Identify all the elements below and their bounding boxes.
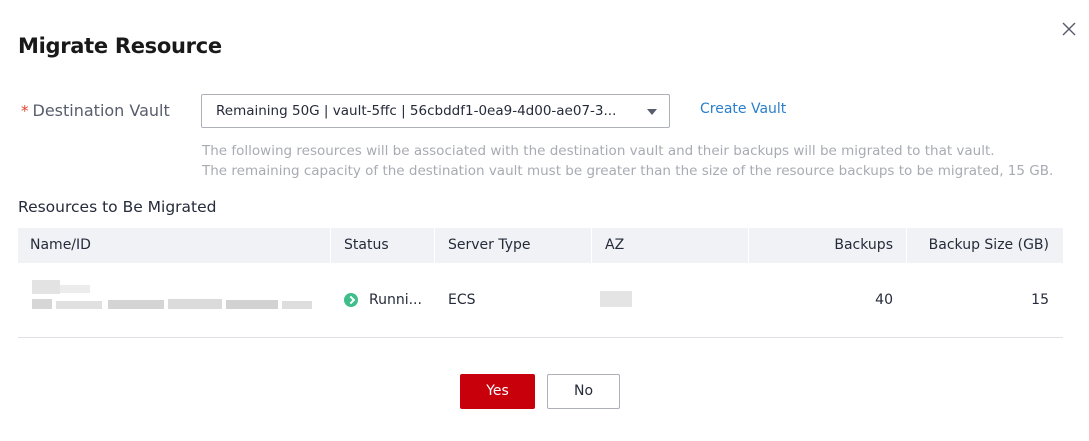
destination-hint-line-1: The following resources will be associat… [202,143,995,159]
resource-backups: 40 [875,292,893,308]
column-header-backups: Backups [834,237,893,253]
migrate-resource-dialog: Migrate Resource * Destination Vault Rema… [0,0,1089,441]
destination-vault-label-text: Destination Vault [32,101,170,120]
resource-server-type: ECS [448,292,476,308]
destination-vault-select[interactable]: Remaining 50G | vault-5ffc | 56cbddf1-0e… [201,94,670,128]
resources-table: Name/ID Status Server Type AZ Backups Ba… [18,228,1063,338]
column-header-az: AZ [605,237,625,253]
column-header-backup-size: Backup Size (GB) [928,237,1049,253]
create-vault-link[interactable]: Create Vault [700,101,786,117]
table-row: Runni... ECS 40 15 [18,263,1063,338]
destination-hint-line-2: The remaining capacity of the destinatio… [202,163,1054,179]
yes-button[interactable]: Yes [460,374,535,409]
no-button[interactable]: No [547,374,620,409]
column-header-server-type: Server Type [448,237,531,253]
column-header-name-id: Name/ID [30,237,91,253]
column-header-status: Status [344,237,389,253]
close-icon[interactable] [1060,20,1078,38]
caret-down-icon [647,109,657,115]
resource-az [600,291,632,307]
destination-vault-label: * Destination Vault [21,101,170,120]
resource-backup-size: 15 [1031,292,1049,308]
required-mark: * [21,102,29,120]
dialog-title: Migrate Resource [18,34,222,58]
destination-vault-selected-value: Remaining 50G | vault-5ffc | 56cbddf1-0e… [216,103,617,119]
resources-section-title: Resources to Be Migrated [18,198,217,216]
running-status-icon [344,293,358,307]
table-header: Name/ID Status Server Type AZ Backups Ba… [18,228,1063,263]
resource-status: Runni... [369,292,422,308]
